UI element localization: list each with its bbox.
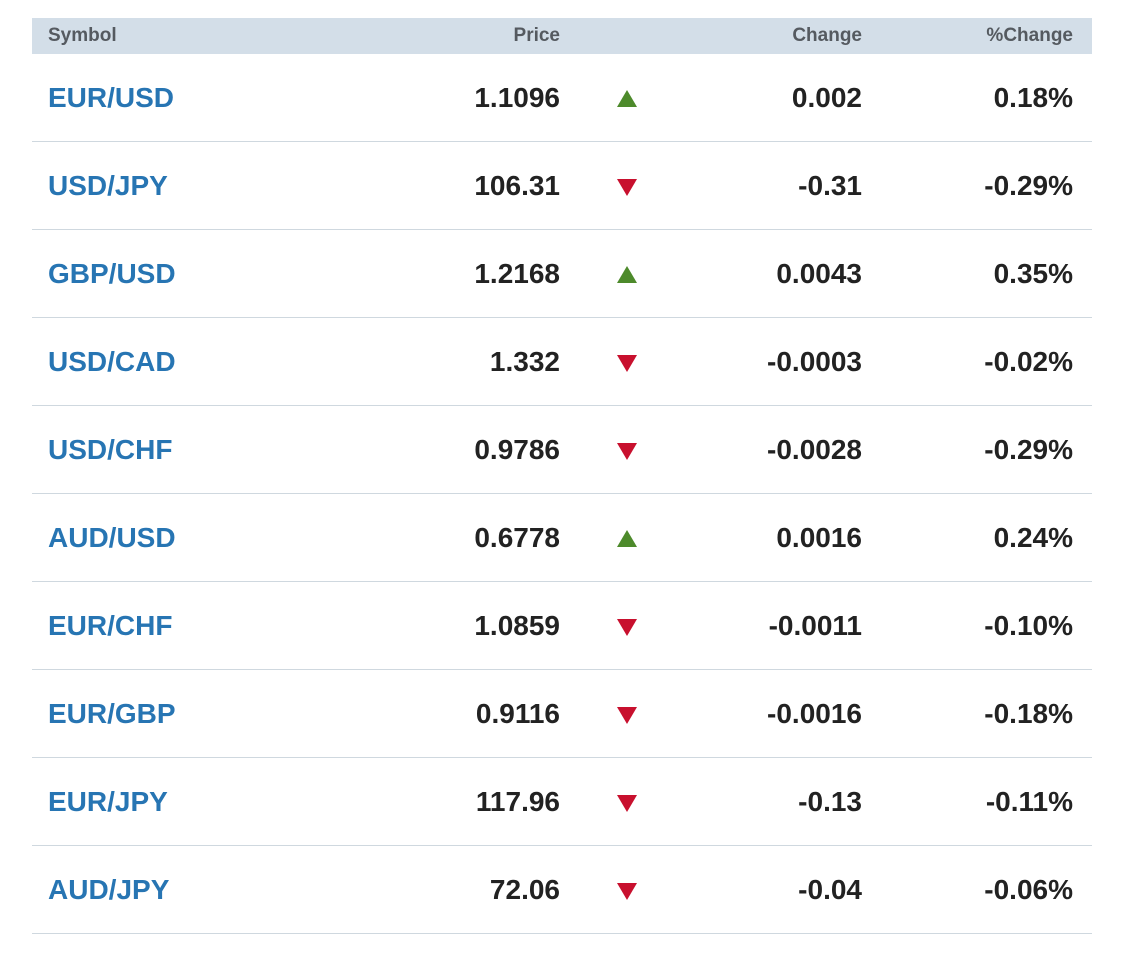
pct-change-cell: 0.24% [993,521,1073,553]
change-cell: -0.04 [798,873,862,905]
price-cell: 117.96 [475,785,560,817]
change-cell: -0.31 [798,169,862,201]
symbol-link[interactable]: EUR/USD [48,82,174,113]
down-arrow-icon [617,706,637,724]
change-cell: 0.0043 [776,257,862,289]
change-cell: 0.0016 [776,521,862,553]
pct-change-cell: -0.18% [984,697,1073,729]
column-header-price[interactable]: Price [262,25,560,47]
table-row: USD/CHF 0.9786 -0.0028 -0.29% [32,406,1092,494]
currency-quotes-table: Symbol Price Change %Change EUR/USD 1.10… [32,18,1092,934]
down-arrow-icon [617,178,637,196]
symbol-link[interactable]: EUR/GBP [48,698,176,729]
symbol-link[interactable]: AUD/JPY [48,874,169,905]
price-cell: 1.2168 [474,257,560,289]
table-row: EUR/USD 1.1096 0.002 0.18% [32,54,1092,142]
change-cell: 0.002 [791,81,862,113]
symbol-link[interactable]: EUR/JPY [48,786,168,817]
pct-change-cell: -0.29% [984,433,1073,465]
price-cell: 1.1096 [474,81,560,113]
pct-change-cell: -0.02% [984,345,1073,377]
change-cell: -0.0003 [767,345,862,377]
symbol-link[interactable]: GBP/USD [48,258,176,289]
price-cell: 1.332 [489,345,560,377]
price-cell: 1.0859 [474,609,560,641]
column-header-symbol[interactable]: Symbol [32,25,262,47]
table-row: EUR/CHF 1.0859 -0.0011 -0.10% [32,582,1092,670]
up-arrow-icon [617,89,637,107]
change-cell: -0.0016 [767,697,862,729]
change-cell: -0.0011 [768,609,862,641]
price-cell: 0.9786 [474,433,560,465]
table-row: USD/CAD 1.332 -0.0003 -0.02% [32,318,1092,406]
column-header-pct-change[interactable]: %Change [862,25,1073,47]
pct-change-cell: 0.18% [993,81,1073,113]
up-arrow-icon [617,265,637,283]
down-arrow-icon [617,442,637,460]
symbol-link[interactable]: AUD/USD [48,522,176,553]
table-row: AUD/USD 0.6778 0.0016 0.24% [32,494,1092,582]
table-row: GBP/USD 1.2168 0.0043 0.35% [32,230,1092,318]
table-row: USD/JPY 106.31 -0.31 -0.29% [32,142,1092,230]
pct-change-cell: -0.10% [984,609,1073,641]
price-cell: 106.31 [474,169,560,201]
symbol-link[interactable]: USD/JPY [48,170,168,201]
price-cell: 0.6778 [474,521,560,553]
table-header: Symbol Price Change %Change [32,18,1092,54]
column-header-change[interactable]: Change [700,25,862,47]
table-row: AUD/JPY 72.06 -0.04 -0.06% [32,846,1092,934]
down-arrow-icon [617,794,637,812]
pct-change-cell: -0.29% [984,169,1073,201]
symbol-link[interactable]: EUR/CHF [48,610,172,641]
change-cell: -0.0028 [767,433,862,465]
down-arrow-icon [617,354,637,372]
change-cell: -0.13 [798,785,862,817]
price-cell: 72.06 [489,873,560,905]
down-arrow-icon [617,618,637,636]
table-row: EUR/GBP 0.9116 -0.0016 -0.18% [32,670,1092,758]
symbol-link[interactable]: USD/CAD [48,346,176,377]
price-cell: 0.9116 [475,697,560,729]
pct-change-cell: 0.35% [993,257,1073,289]
down-arrow-icon [617,882,637,900]
table-row: EUR/JPY 117.96 -0.13 -0.11% [32,758,1092,846]
pct-change-cell: -0.06% [984,873,1073,905]
up-arrow-icon [617,529,637,547]
pct-change-cell: -0.11% [985,785,1073,817]
table-body: EUR/USD 1.1096 0.002 0.18% USD/JPY 106.3… [32,54,1092,934]
column-header-direction [560,18,700,54]
symbol-link[interactable]: USD/CHF [48,434,172,465]
